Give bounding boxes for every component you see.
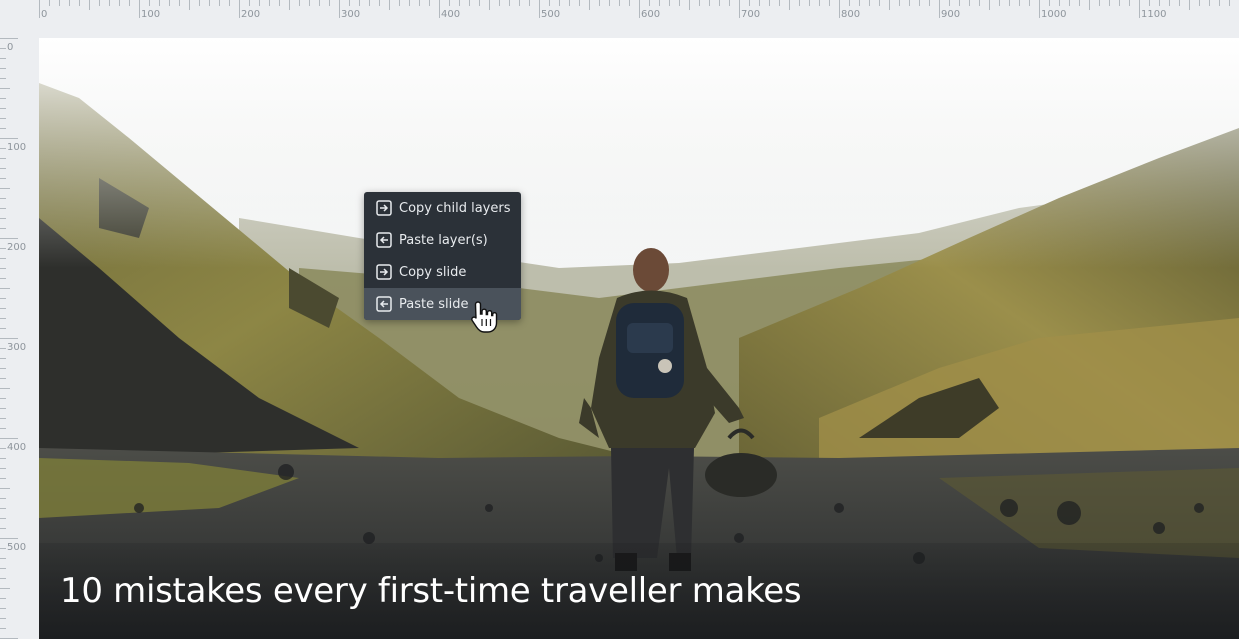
ruler-top-label-500: 500 — [541, 9, 560, 20]
paste-arrow-icon — [376, 232, 392, 248]
ruler-top-label-100: 100 — [141, 9, 160, 20]
ruler-top-label-1000: 1000 — [1041, 9, 1066, 20]
hand-pointer-icon — [471, 301, 498, 333]
ruler-left-label-100: 100 — [7, 142, 26, 153]
copy-arrow-icon — [376, 264, 392, 280]
menu-item-label: Paste layer(s) — [399, 232, 488, 248]
ruler-corner — [0, 0, 39, 38]
copy-arrow-icon — [376, 200, 392, 216]
ruler-top-label-600: 600 — [641, 9, 660, 20]
menu-item-copy-child-layers[interactable]: Copy child layers — [364, 192, 521, 224]
ruler-left-label-0: 0 — [7, 42, 13, 53]
ruler-left-label-300: 300 — [7, 342, 26, 353]
menu-item-label: Copy child layers — [399, 200, 511, 216]
menu-item-paste-layers[interactable]: Paste layer(s) — [364, 224, 521, 256]
menu-item-copy-slide[interactable]: Copy slide — [364, 256, 521, 288]
ruler-top-label-400: 400 — [441, 9, 460, 20]
horizontal-ruler[interactable]: 0 100 200 300 400 500 600 700 800 900 10… — [0, 0, 1239, 38]
ruler-left-label-200: 200 — [7, 242, 26, 253]
ruler-top-label-900: 900 — [941, 9, 960, 20]
ruler-top-label-1100: 1100 — [1141, 9, 1166, 20]
ruler-left-label-400: 400 — [7, 442, 26, 453]
menu-item-label: Paste slide — [399, 296, 469, 312]
paste-arrow-icon — [376, 296, 392, 312]
ruler-top-label-300: 300 — [341, 9, 360, 20]
vertical-ruler[interactable]: 0 100 200 300 400 500 — [0, 38, 39, 639]
ruler-left-label-500: 500 — [7, 542, 26, 553]
ruler-top-label-800: 800 — [841, 9, 860, 20]
slide-caption[interactable]: 10 mistakes every first-time traveller m… — [60, 571, 802, 611]
ruler-top-label-0: 0 — [41, 9, 47, 20]
ruler-top-label-700: 700 — [741, 9, 760, 20]
ruler-top-label-200: 200 — [241, 9, 260, 20]
menu-item-label: Copy slide — [399, 264, 467, 280]
slide-canvas[interactable]: 10 mistakes every first-time traveller m… — [39, 38, 1239, 639]
